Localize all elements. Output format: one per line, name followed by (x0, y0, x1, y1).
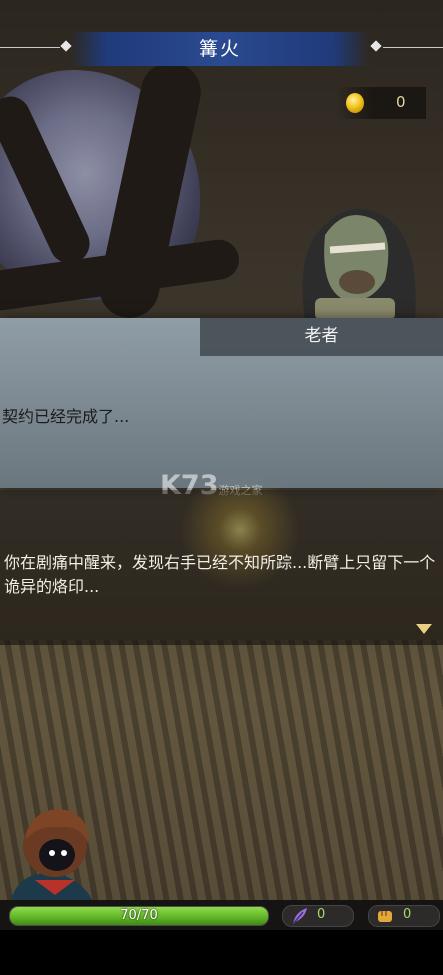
narration-text: 你在剧痛中醒来，发现右手已经不知所踪...断臂上只留下一个诡异的烙印... (4, 553, 436, 596)
hero-avatar[interactable] (0, 795, 115, 905)
speech-text: 契约已经完成了... (2, 407, 130, 426)
feather-count: 0 (317, 907, 326, 922)
fist-count: 0 (403, 907, 412, 922)
page-title: 篝火 (70, 32, 370, 66)
status-bar: 70/70 0 0 (0, 900, 443, 930)
next-arrow-icon[interactable] (416, 624, 432, 634)
title-divider-right (383, 47, 443, 48)
diamond-ornament-right-icon (370, 40, 382, 52)
hp-text: 70/70 (120, 908, 158, 923)
fist-counter[interactable]: 0 (368, 905, 440, 927)
feather-icon (292, 908, 307, 925)
old-man-portrait (302, 208, 416, 320)
feather-counter[interactable]: 0 (282, 905, 354, 927)
coin-counter: 0 (336, 87, 426, 119)
hp-bar: 70/70 (9, 906, 269, 926)
bottom-spacer (0, 930, 443, 975)
title-bar: 篝火 (0, 30, 443, 66)
fist-icon (378, 911, 392, 922)
coin-value: 0 (396, 93, 406, 111)
title-divider-left (0, 47, 60, 48)
speaker-name: 老者 (200, 318, 443, 356)
coin-icon (346, 93, 364, 113)
